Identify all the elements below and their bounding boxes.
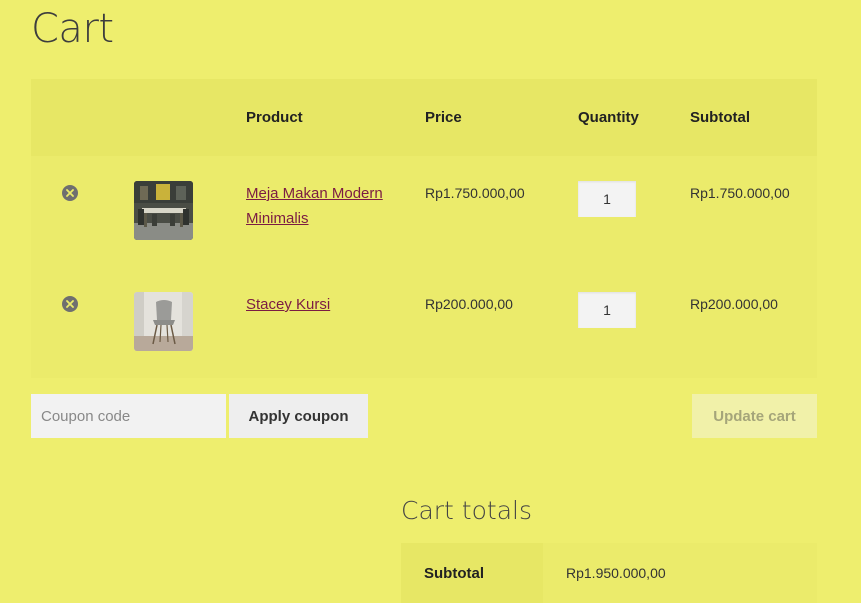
quantity-input[interactable]: [578, 181, 636, 217]
cart-totals-table: Subtotal Rp1.950.000,00: [401, 543, 817, 603]
header-price: Price: [425, 79, 578, 156]
cart-row: Stacey Kursi Rp200.000,00 Rp200.000,00: [31, 267, 817, 378]
chair-photo[interactable]: [134, 292, 193, 351]
cart-table: Product Price Quantity Subtotal Meja Mak…: [31, 79, 817, 378]
product-link[interactable]: Stacey Kursi: [246, 292, 386, 317]
dining-table-photo[interactable]: [134, 181, 193, 240]
product-link[interactable]: Meja Makan Modern Minimalis: [246, 181, 386, 231]
header-product: Product: [246, 79, 425, 156]
product-subtotal: Rp200.000,00: [690, 296, 778, 312]
totals-subtotal-row: Subtotal Rp1.950.000,00: [401, 543, 817, 603]
remove-item-icon[interactable]: [62, 185, 78, 201]
cart-header-row: Product Price Quantity Subtotal: [31, 79, 817, 156]
header-subtotal: Subtotal: [690, 79, 817, 156]
header-quantity: Quantity: [578, 79, 690, 156]
product-price: Rp200.000,00: [425, 296, 513, 312]
coupon-code-input[interactable]: [31, 394, 226, 438]
product-price: Rp1.750.000,00: [425, 185, 525, 201]
update-cart-button[interactable]: Update cart: [692, 394, 817, 438]
remove-item-icon[interactable]: [62, 296, 78, 312]
header-remove: [31, 79, 125, 156]
totals-subtotal-label: Subtotal: [401, 543, 543, 603]
cart-row: Meja Makan Modern Minimalis Rp1.750.000,…: [31, 156, 817, 267]
cart-totals-title: Cart totals: [401, 496, 532, 525]
header-thumbnail: [125, 79, 246, 156]
apply-coupon-button[interactable]: Apply coupon: [229, 394, 368, 438]
page-title: Cart: [31, 6, 114, 52]
product-subtotal: Rp1.750.000,00: [690, 185, 790, 201]
totals-subtotal-value: Rp1.950.000,00: [543, 543, 817, 603]
quantity-input[interactable]: [578, 292, 636, 328]
